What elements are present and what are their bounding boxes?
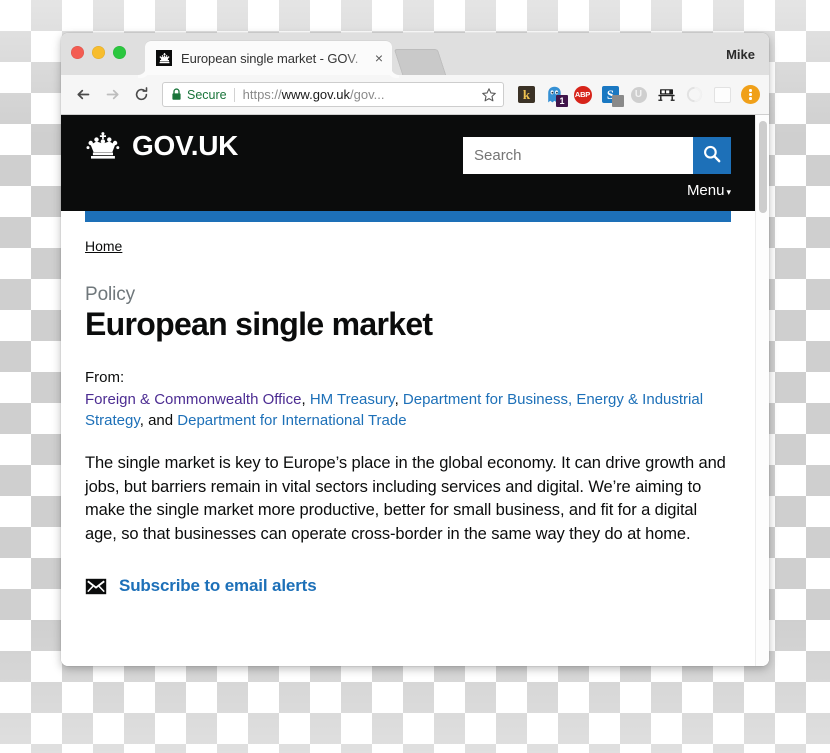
unknown-gray-extension-icon[interactable]: U bbox=[629, 85, 648, 104]
blank-page-extension-icon[interactable] bbox=[713, 85, 732, 104]
envelope-icon bbox=[85, 578, 107, 595]
menu-toggle[interactable]: Menu ▾ bbox=[687, 182, 731, 199]
site-search bbox=[463, 137, 731, 174]
url-text: https://www.gov.uk/gov... bbox=[243, 87, 477, 102]
govuk-header: GOV.UK Search Menu ▾ bbox=[61, 115, 755, 211]
from-label: From: bbox=[85, 368, 125, 386]
from-department-link[interactable]: Foreign & Commonwealth Office bbox=[85, 391, 301, 408]
bookmark-star-icon[interactable] bbox=[481, 87, 497, 103]
kickass-glyph: k bbox=[518, 86, 535, 103]
govuk-crown-favicon bbox=[156, 50, 172, 66]
chevron-down-icon: ▾ bbox=[726, 187, 731, 197]
lock-icon bbox=[171, 88, 182, 101]
search-icon bbox=[702, 144, 722, 167]
page-viewport: GOV.UK Search Menu ▾ Home Policy Europea… bbox=[61, 115, 769, 666]
faded-circle-extension-icon[interactable] bbox=[685, 85, 704, 104]
page-scrollbar[interactable] bbox=[755, 115, 769, 666]
search-input[interactable] bbox=[463, 137, 693, 174]
from-links: Foreign & Commonwealth Office, HM Treasu… bbox=[85, 391, 703, 430]
breadcrumb: Home bbox=[85, 238, 731, 256]
breadcrumb-home-link[interactable]: Home bbox=[85, 238, 122, 254]
tab-title: European single market - GOV. bbox=[181, 50, 359, 66]
from-block: From: Foreign & Commonwealth Office, HM … bbox=[85, 367, 731, 432]
subscribe-email-alerts-link[interactable]: Subscribe to email alerts bbox=[119, 576, 317, 596]
unknown-gray-glyph: U bbox=[630, 86, 647, 103]
address-bar[interactable]: Secure https://www.gov.uk/gov... bbox=[162, 82, 504, 107]
kickass-extension-icon[interactable]: k bbox=[517, 85, 536, 104]
maximize-window-button[interactable] bbox=[113, 46, 126, 59]
profile-name[interactable]: Mike bbox=[726, 47, 755, 62]
url-host: www.gov.uk bbox=[281, 87, 351, 102]
govuk-blue-bar bbox=[85, 211, 731, 222]
back-icon[interactable] bbox=[70, 81, 97, 108]
from-department-link[interactable]: Department for International Trade bbox=[177, 412, 406, 429]
page-summary: The single market is key to Europe’s pla… bbox=[85, 454, 726, 543]
ghostery-extension-icon[interactable]: 1 bbox=[545, 85, 568, 107]
window-controls bbox=[71, 46, 126, 59]
scrollbar-thumb[interactable] bbox=[759, 121, 767, 213]
abp-glyph: ABP bbox=[573, 85, 592, 104]
chrome-menu-update-icon bbox=[741, 85, 760, 104]
menu-row: Menu ▾ bbox=[687, 182, 731, 200]
page-content: Home Policy European single market From:… bbox=[61, 222, 755, 596]
close-tab-button[interactable]: × bbox=[375, 51, 383, 65]
omnibox-divider bbox=[233, 87, 235, 102]
from-separator: , bbox=[394, 390, 403, 408]
skype-extension-icon[interactable]: S bbox=[601, 85, 624, 107]
ghostery-badge: 1 bbox=[556, 95, 568, 107]
browser-toolbar: Secure https://www.gov.uk/gov... k 1 ABP… bbox=[61, 75, 769, 115]
minimize-window-button[interactable] bbox=[92, 46, 105, 59]
bench-extension-icon[interactable] bbox=[657, 85, 676, 104]
browser-tab-active[interactable]: European single market - GOV. × bbox=[145, 41, 392, 75]
close-window-button[interactable] bbox=[71, 46, 84, 59]
govuk-logo-link[interactable]: GOV.UK bbox=[85, 131, 238, 160]
tab-strip: European single market - GOV. × Mike bbox=[61, 33, 769, 75]
browser-tab-inactive[interactable] bbox=[393, 49, 447, 75]
url-path: /gov... bbox=[350, 87, 385, 102]
extension-toolbar: k 1 ABP S U bbox=[517, 85, 760, 107]
adblock-plus-extension-icon[interactable]: ABP bbox=[573, 85, 592, 104]
from-department-link[interactable]: HM Treasury bbox=[310, 391, 395, 408]
page-title: European single market bbox=[85, 306, 433, 342]
govuk-page: GOV.UK Search Menu ▾ Home Policy Europea… bbox=[61, 115, 755, 666]
browser-window: European single market - GOV. × Mike Sec… bbox=[61, 33, 769, 666]
skype-badge bbox=[612, 95, 624, 107]
chrome-menu-button[interactable] bbox=[741, 85, 760, 104]
from-separator: , bbox=[301, 390, 310, 408]
forward-icon[interactable] bbox=[99, 81, 126, 108]
page-kicker: Policy bbox=[85, 284, 136, 305]
secure-label: Secure bbox=[187, 87, 227, 102]
url-scheme: https:// bbox=[242, 87, 282, 102]
search-submit-button[interactable] bbox=[693, 137, 731, 174]
subscribe-row[interactable]: Subscribe to email alerts bbox=[85, 576, 731, 596]
govuk-wordmark: GOV.UK bbox=[132, 129, 239, 161]
from-separator: , and bbox=[139, 412, 178, 430]
menu-label: Menu bbox=[686, 182, 725, 199]
govuk-crown-icon bbox=[85, 131, 121, 160]
reload-icon[interactable] bbox=[128, 81, 155, 108]
